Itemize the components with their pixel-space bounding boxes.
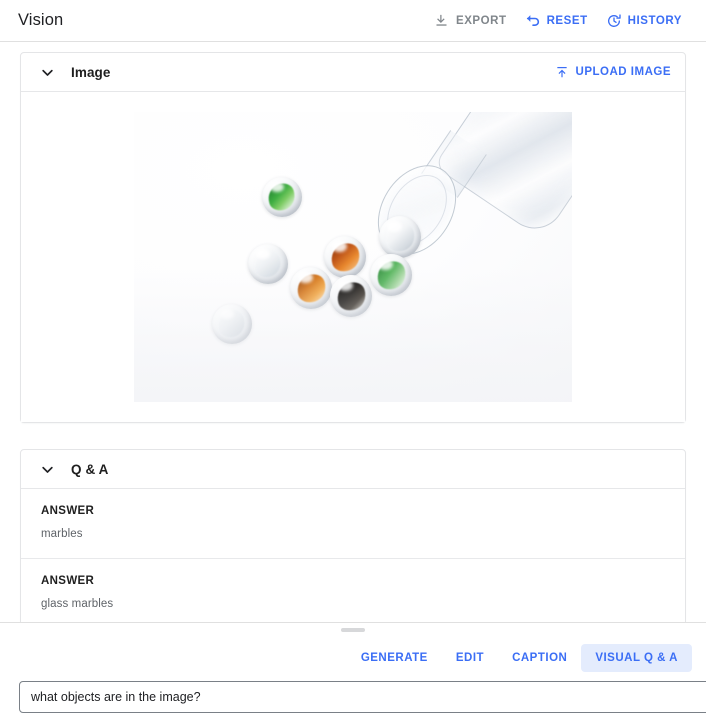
tab-edit[interactable]: EDIT bbox=[442, 644, 498, 672]
marble-highlight bbox=[270, 181, 284, 193]
qa-answer-row: ANSWER marbles bbox=[21, 489, 685, 559]
tab-visual-qa[interactable]: VISUAL Q & A bbox=[581, 644, 692, 672]
download-icon bbox=[434, 13, 450, 29]
upload-icon bbox=[554, 64, 570, 80]
orange-swirl-marble-lower bbox=[290, 267, 332, 309]
qa-answer-value: marbles bbox=[41, 528, 83, 540]
panel-resizer[interactable] bbox=[0, 622, 706, 636]
jar-base bbox=[361, 150, 473, 270]
toolbar-actions: EXPORT RESET HISTORY bbox=[432, 9, 698, 33]
app-title: Vision bbox=[18, 11, 64, 29]
marble-highlight bbox=[256, 248, 270, 260]
green-swirl-marble bbox=[262, 177, 302, 217]
black-swirl-marble bbox=[330, 275, 372, 317]
jar-neck bbox=[421, 130, 487, 198]
history-button[interactable]: HISTORY bbox=[604, 9, 684, 33]
undo-arrow-icon bbox=[525, 13, 541, 29]
marble-highlight bbox=[338, 280, 353, 291]
tab-generate[interactable]: GENERATE bbox=[347, 644, 442, 672]
qa-card-title: Q & A bbox=[71, 461, 109, 477]
clock-restore-icon bbox=[606, 13, 622, 29]
marble-highlight bbox=[298, 272, 313, 283]
qa-card-header: Q & A bbox=[21, 450, 685, 489]
upload-image-label: UPLOAD IMAGE bbox=[575, 66, 671, 78]
chevron-down-icon[interactable] bbox=[35, 457, 59, 481]
tab-caption[interactable]: CAPTION bbox=[498, 644, 581, 672]
reset-button[interactable]: RESET bbox=[523, 9, 590, 33]
marbles-photo bbox=[134, 112, 572, 402]
export-label: EXPORT bbox=[455, 14, 507, 27]
image-card: Image UPLOAD IMAGE bbox=[20, 52, 686, 423]
question-input-wrap bbox=[0, 672, 706, 713]
orange-swirl-marble-upper bbox=[324, 236, 366, 278]
jar-body bbox=[433, 112, 572, 241]
app-toolbar: Vision EXPORT RESET HISTORY bbox=[0, 0, 706, 42]
marble-highlight bbox=[387, 221, 402, 232]
upload-image-button[interactable]: UPLOAD IMAGE bbox=[552, 60, 673, 84]
qa-answer-row: ANSWER glass marbles bbox=[21, 559, 685, 628]
reset-label: RESET bbox=[546, 14, 588, 27]
qa-card: Q & A ANSWER marbles ANSWER glass marble… bbox=[20, 449, 686, 629]
qa-answer-label: ANSWER bbox=[41, 575, 95, 587]
history-label: HISTORY bbox=[627, 14, 682, 27]
bottom-panel: GENERATE EDIT CAPTION VISUAL Q & A bbox=[0, 622, 706, 724]
mode-tabs: GENERATE EDIT CAPTION VISUAL Q & A bbox=[0, 636, 706, 672]
clear-white-marble-bottom bbox=[212, 304, 252, 344]
question-input[interactable] bbox=[19, 681, 706, 713]
qa-answer-label: ANSWER bbox=[41, 505, 95, 517]
image-card-header: Image UPLOAD IMAGE bbox=[21, 53, 685, 92]
marble-highlight bbox=[378, 259, 393, 270]
image-card-title: Image bbox=[71, 64, 111, 80]
green-cross-marble bbox=[370, 254, 412, 296]
marble-highlight bbox=[220, 308, 234, 320]
white-swirl-marble bbox=[379, 216, 421, 258]
image-preview-area[interactable] bbox=[21, 92, 685, 422]
clear-cross-marble bbox=[248, 244, 288, 284]
qa-answer-value: glass marbles bbox=[41, 598, 114, 610]
chevron-down-icon[interactable] bbox=[35, 60, 59, 84]
page-content: Image UPLOAD IMAGE Q & A ANSWER marbles … bbox=[0, 42, 706, 629]
resize-handle-icon[interactable] bbox=[341, 628, 365, 632]
marble-highlight bbox=[332, 241, 347, 252]
export-button[interactable]: EXPORT bbox=[432, 9, 509, 33]
